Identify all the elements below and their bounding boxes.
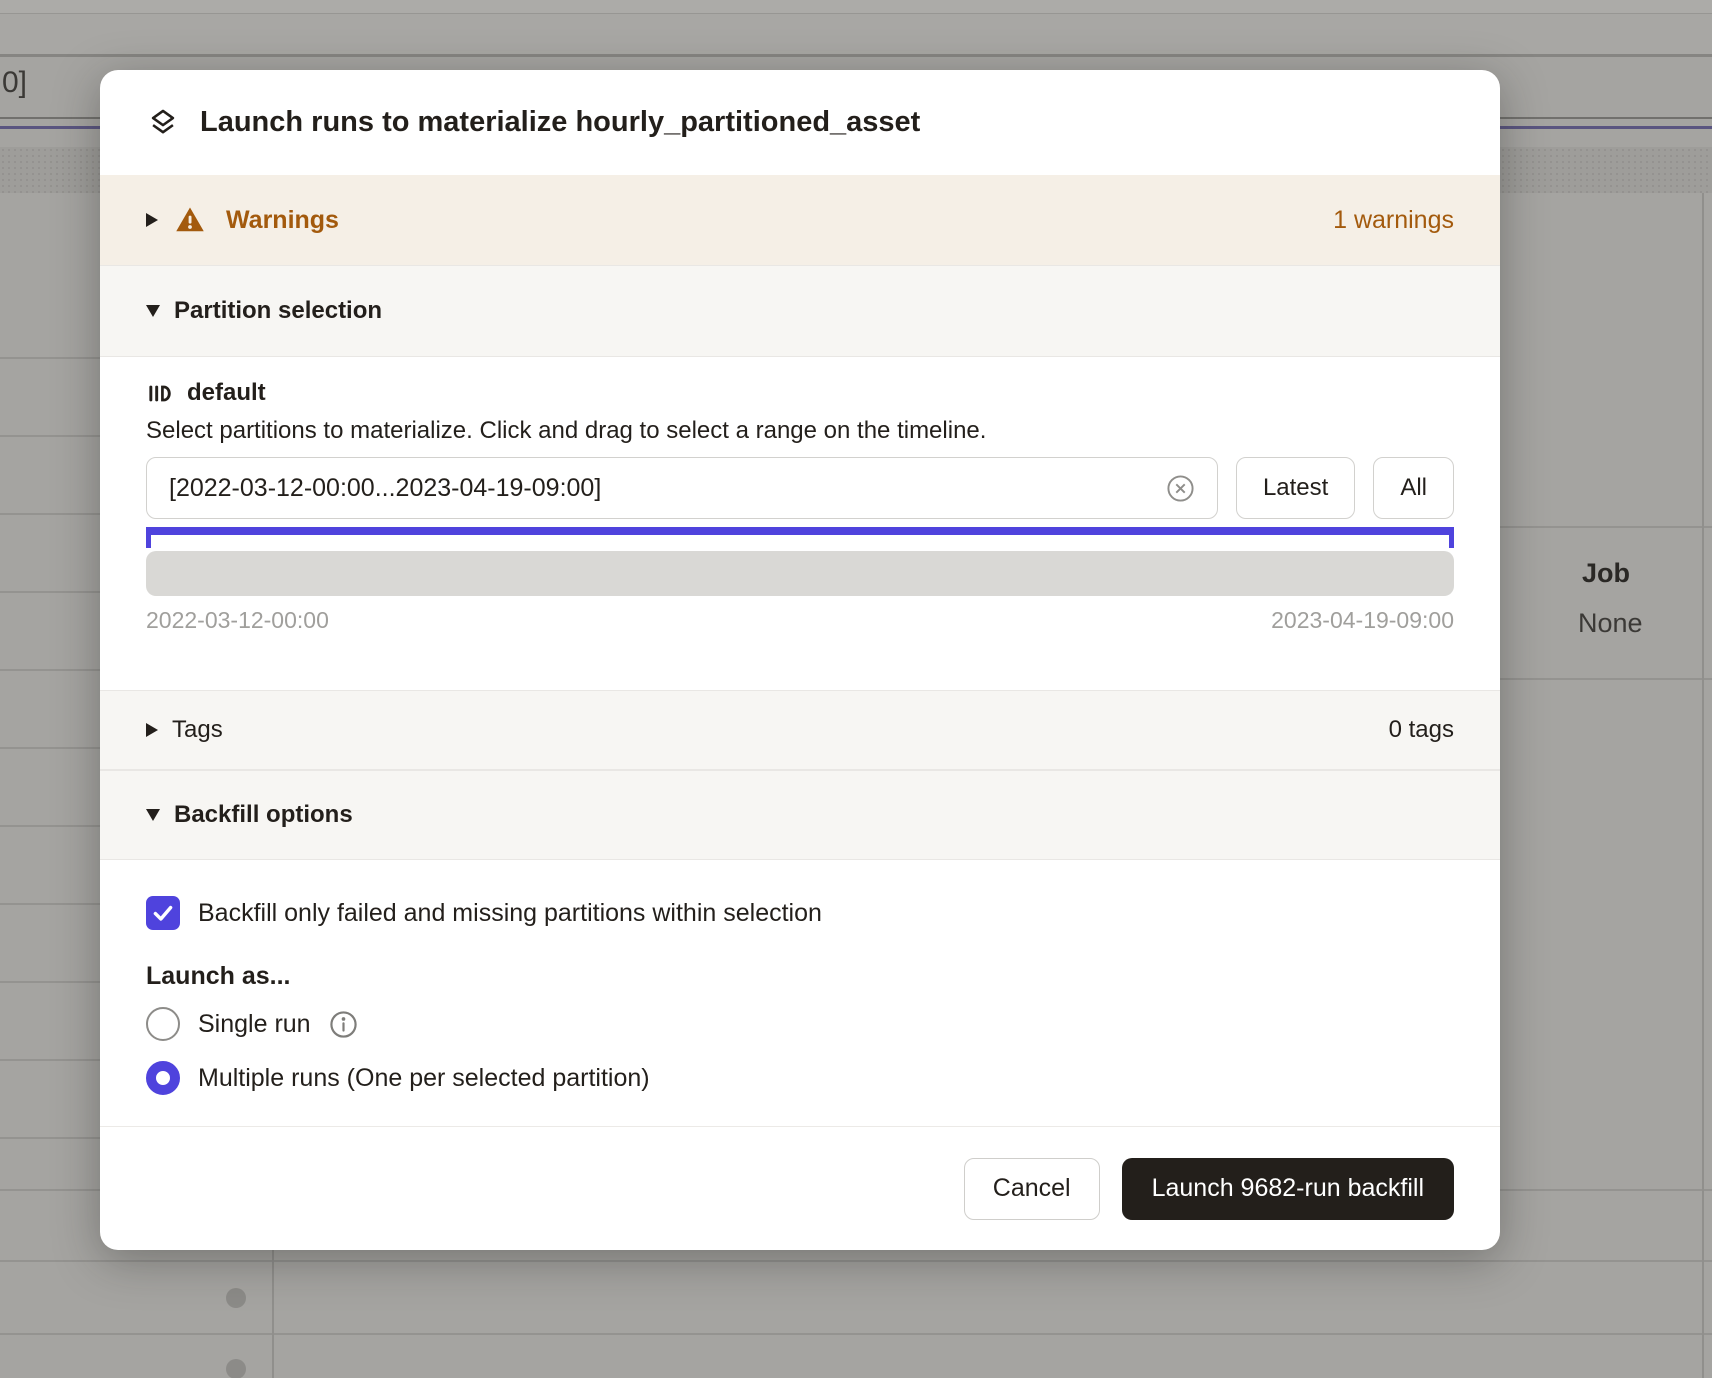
materialize-layers-icon — [146, 106, 180, 140]
timeline-start-label: 2022-03-12-00:00 — [146, 607, 329, 634]
tags-label: Tags — [172, 716, 223, 744]
partition-timeline-bar[interactable] — [146, 551, 1454, 596]
clear-circle-x-icon[interactable] — [1166, 474, 1195, 503]
table-column-line — [1702, 193, 1704, 1378]
multiple-runs-option[interactable]: Multiple runs (One per selected partitio… — [146, 1059, 1454, 1097]
table-row-line — [0, 825, 100, 827]
divider — [0, 54, 1712, 57]
backfill-options-content: Backfill only failed and missing partiti… — [100, 860, 1500, 1126]
launch-as-label: Launch as... — [146, 962, 1454, 991]
single-run-radio[interactable] — [146, 1007, 180, 1041]
dialog-header: Launch runs to materialize hourly_partit… — [100, 70, 1500, 175]
multiple-runs-label[interactable]: Multiple runs (One per selected partitio… — [198, 1064, 650, 1093]
cancel-button[interactable]: Cancel — [964, 1158, 1100, 1220]
table-column-line — [272, 1250, 274, 1378]
check-icon — [150, 900, 176, 926]
partition-range-value: [2022-03-12-00:00...2023-04-19-09:00] — [169, 474, 601, 503]
backfill-options-section-header[interactable]: Backfill options — [100, 770, 1500, 860]
chevron-right-icon — [146, 723, 158, 737]
table-row-line — [0, 357, 100, 359]
selection-range-bracket[interactable] — [146, 527, 1454, 548]
table-row-line — [0, 981, 100, 983]
partition-icon — [146, 380, 173, 407]
table-row-line — [0, 1137, 100, 1139]
table-row-line — [0, 903, 100, 905]
chevron-down-icon — [146, 305, 160, 317]
table-row-line — [1500, 678, 1712, 680]
table-row-line — [0, 669, 100, 671]
dimension-name: default — [187, 379, 266, 407]
table-row-line — [0, 591, 100, 593]
info-circle-icon[interactable] — [329, 1010, 358, 1039]
backfill-failed-missing-checkbox[interactable] — [146, 896, 180, 930]
partition-range-input[interactable]: [2022-03-12-00:00...2023-04-19-09:00] — [146, 457, 1218, 519]
timeline-end-label: 2023-04-19-09:00 — [1271, 607, 1454, 634]
dimension-row: default — [146, 375, 1454, 411]
tags-section-header[interactable]: Tags 0 tags — [100, 690, 1500, 770]
warning-triangle-icon — [174, 205, 206, 235]
warnings-section-header[interactable]: Warnings 1 warnings — [100, 175, 1500, 265]
background-toolbar-band — [0, 14, 1712, 54]
row-status-dot — [226, 1288, 246, 1308]
partition-selection-description: Select partitions to materialize. Click … — [146, 417, 1454, 445]
partition-selection-label: Partition selection — [174, 297, 382, 325]
partition-range-row: [2022-03-12-00:00...2023-04-19-09:00] La… — [146, 457, 1454, 519]
timeline-date-labels: 2022-03-12-00:00 2023-04-19-09:00 — [146, 607, 1454, 634]
backfill-failed-missing-row[interactable]: Backfill only failed and missing partiti… — [146, 896, 1454, 930]
chevron-down-icon — [146, 809, 160, 821]
row-status-dot — [226, 1359, 246, 1378]
table-row-line — [0, 1059, 100, 1061]
backfill-failed-missing-label[interactable]: Backfill only failed and missing partiti… — [198, 899, 822, 928]
table-row-line — [0, 747, 100, 749]
tags-count: 0 tags — [1389, 716, 1454, 744]
background-top-band — [0, 0, 1712, 13]
job-column-header: Job — [1582, 558, 1630, 589]
all-button[interactable]: All — [1373, 457, 1454, 519]
table-row-line — [0, 1333, 1712, 1335]
table-row-line — [0, 513, 100, 515]
job-column-value: None — [1578, 608, 1643, 639]
backfill-options-label: Backfill options — [174, 801, 353, 829]
table-row-line — [0, 435, 100, 437]
warnings-label: Warnings — [226, 206, 339, 235]
app-background: 0] Job None Launch runs to materialize h… — [0, 0, 1712, 1378]
table-row-line — [1500, 526, 1712, 528]
partition-selection-content: default Select partitions to materialize… — [100, 357, 1500, 690]
multiple-runs-radio[interactable] — [146, 1061, 180, 1095]
truncated-partition-text: 0] — [2, 66, 27, 100]
warnings-count: 1 warnings — [1333, 206, 1454, 235]
table-row-line — [0, 1260, 1712, 1262]
chevron-right-icon — [146, 213, 158, 227]
launch-backfill-dialog: Launch runs to materialize hourly_partit… — [100, 70, 1500, 1250]
single-run-option[interactable]: Single run — [146, 1005, 1454, 1043]
latest-button[interactable]: Latest — [1236, 457, 1355, 519]
dialog-footer: Cancel Launch 9682-run backfill — [100, 1126, 1500, 1250]
dialog-title: Launch runs to materialize hourly_partit… — [200, 106, 920, 139]
single-run-label[interactable]: Single run — [198, 1010, 311, 1039]
partition-selection-section-header[interactable]: Partition selection — [100, 265, 1500, 357]
launch-backfill-button[interactable]: Launch 9682-run backfill — [1122, 1158, 1454, 1220]
